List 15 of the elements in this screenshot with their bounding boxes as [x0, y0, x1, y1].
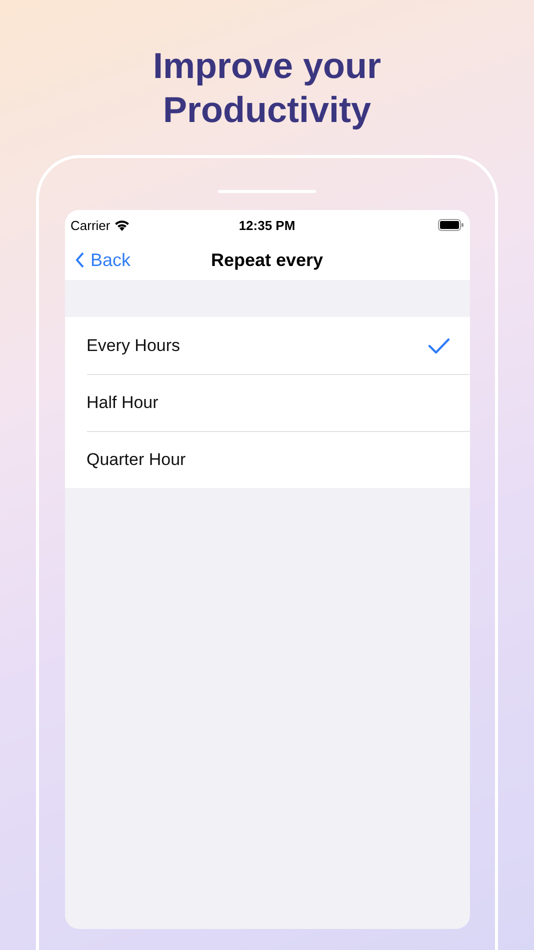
option-row[interactable]: Every Hours: [64, 317, 470, 374]
headline: Improve your: [152, 44, 382, 88]
option-label: Every Hours: [86, 336, 180, 356]
chevron-left-icon: [74, 252, 84, 268]
option-label: Half Hour: [86, 392, 158, 412]
back-button[interactable]: Back: [64, 248, 137, 272]
option-row[interactable]: Half Hour: [64, 374, 470, 431]
headline: Productivity: [162, 88, 372, 132]
option-row[interactable]: Quarter Hour: [64, 431, 470, 488]
carrier-label: Carrier: [70, 218, 110, 232]
wifi-icon: [114, 219, 130, 231]
screen-title: Repeat every: [210, 250, 324, 270]
clock-time: 12:35 PM: [238, 218, 296, 232]
battery-icon: [438, 219, 464, 231]
option-label: Quarter Hour: [86, 450, 186, 470]
